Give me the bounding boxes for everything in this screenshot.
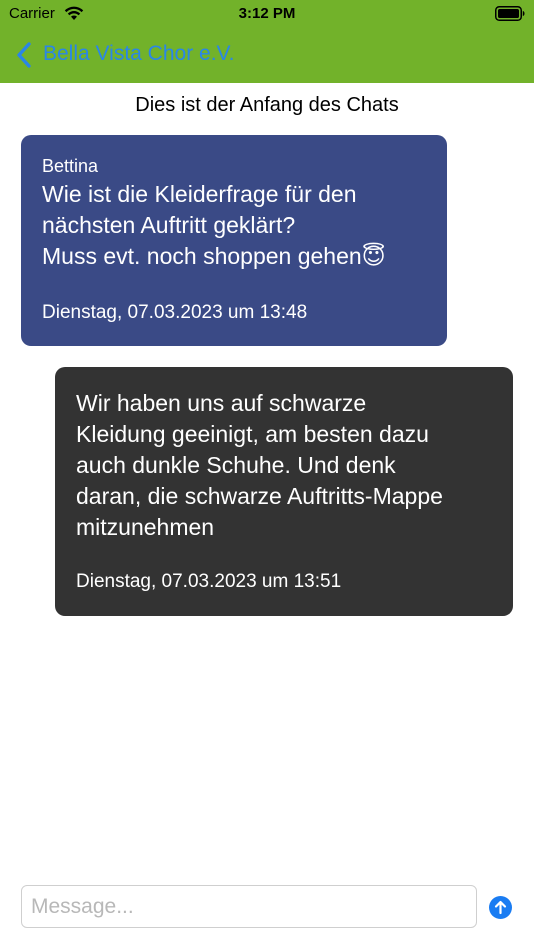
arrow-up-icon [494,900,507,915]
clock: 3:12 PM [238,5,296,22]
message-sender: Bettina [42,156,99,176]
chevron-left-icon[interactable] [15,42,33,68]
message-input[interactable] [22,886,476,927]
top-bar: Carrier 3:12 PM Bella Vista Chor e.V. [0,0,534,83]
message-timestamp: Dienstag, 07.03.2023 um 13:48 [42,302,308,323]
send-button[interactable] [489,896,512,919]
message-bubble-incoming: Bettina Wie ist die Kleiderfrage für den… [21,135,447,346]
message-timestamp: Dienstag, 07.03.2023 um 13:51 [76,571,342,592]
message-text: Wir haben uns auf schwarze Kleidung geei… [76,390,443,540]
chat-start-label: Dies ist der Anfang des Chats [135,94,399,116]
navigation-bar: Bella Vista Chor e.V. [0,34,534,78]
message-bubble-outgoing: Wir haben uns auf schwarze Kleidung geei… [55,367,513,616]
battery-icon [495,6,525,21]
status-bar: Carrier 3:12 PM [0,0,534,28]
back-button[interactable]: Bella Vista Chor e.V. [43,42,234,66]
message-text: Wie ist die Kleiderfrage für den nächste… [42,181,386,269]
message-input-container [21,885,477,928]
